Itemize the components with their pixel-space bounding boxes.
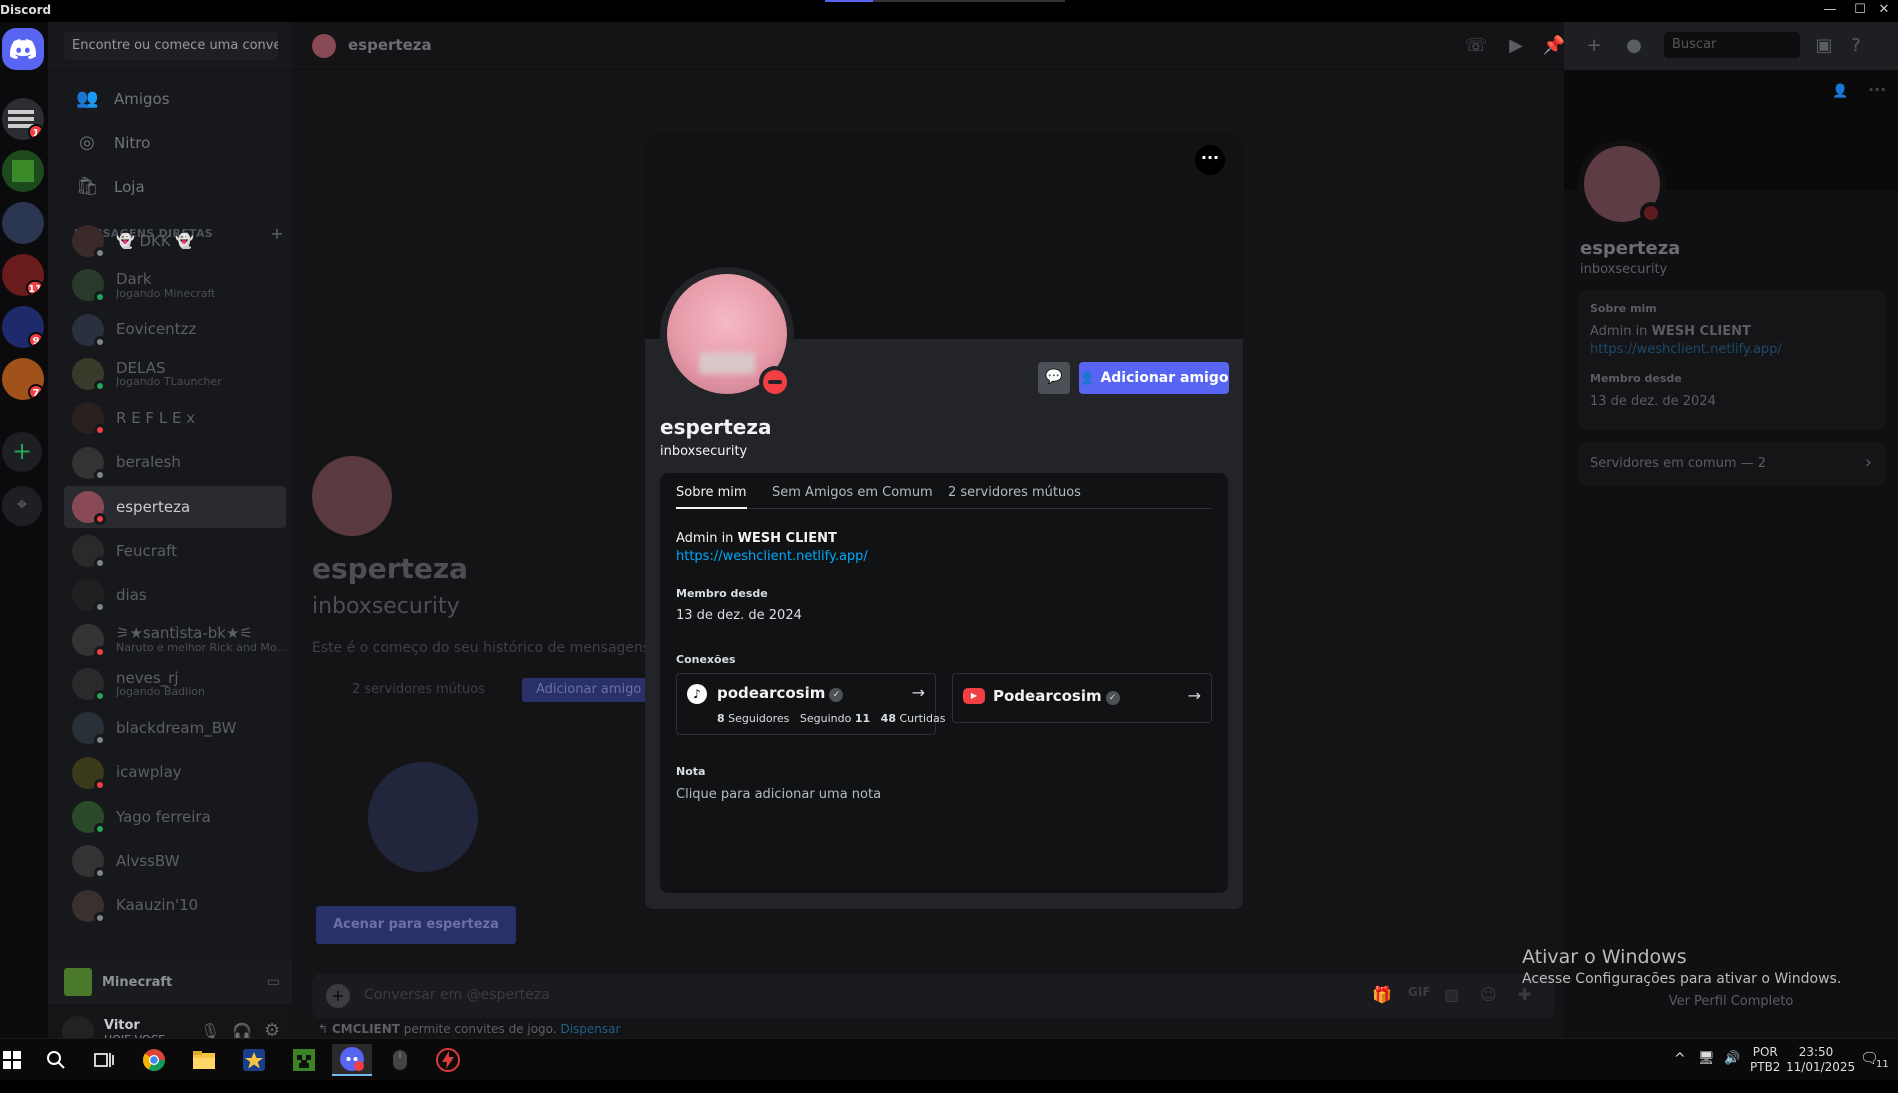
youtube-icon: ▶ <box>963 688 985 704</box>
profile-display-name: esperteza <box>660 415 772 439</box>
notifications-icon[interactable]: 🗨 11 <box>1860 1049 1890 1091</box>
lightning-app-icon[interactable] <box>428 1044 468 1076</box>
tab-mutual-friends[interactable]: Sem Amigos em Comum <box>772 485 933 509</box>
note-title: Nota <box>676 765 706 778</box>
minecraft-icon[interactable] <box>284 1044 324 1076</box>
verified-icon: ✓ <box>829 688 844 702</box>
add-user-icon: 👤 <box>1079 371 1095 385</box>
profile-username: inboxsecurity <box>660 444 748 459</box>
add-friend-button[interactable]: 👤 Adicionar amigo <box>1079 362 1229 394</box>
arrow-right-icon: → <box>1187 686 1201 705</box>
windows-taskbar: ^ 🖥 🔊 POR PTB2 23:50 11/01/2025 🗨 11 <box>0 1038 1898 1080</box>
chat-bubble-icon: 💬 <box>1045 369 1063 385</box>
task-view-icon[interactable] <box>84 1044 124 1076</box>
pinned-app-star-icon[interactable] <box>234 1044 274 1076</box>
tray-overflow-icon[interactable]: ^ <box>1674 1051 1686 1093</box>
tab-mutual-servers[interactable]: 2 servidores mútuos <box>948 485 1081 509</box>
message-button[interactable]: 💬 <box>1038 362 1070 394</box>
discord-app: Discord — ☐ ✕ 1 11 9 7 + ⌖ Encontre ou c… <box>0 0 1898 1060</box>
file-explorer-icon[interactable] <box>184 1044 224 1076</box>
connection-tiktok[interactable]: ♪ podearcosim ✓ → 8 Seguidores Seguindo 1… <box>676 673 945 735</box>
windows-logo-icon <box>3 1051 21 1069</box>
bio-text: Admin in WESH CLIENT <box>676 531 837 546</box>
windows-activation-text: Acesse Configurações para ativar o Windo… <box>1522 971 1842 987</box>
discord-taskbar-icon[interactable] <box>332 1044 372 1076</box>
windows-activation-title: Ativar o Windows <box>1522 946 1687 968</box>
connection-name: Podearcosim <box>993 687 1102 705</box>
profile-tabs: Sobre mim Sem Amigos em Comum 2 servidor… <box>676 485 1212 509</box>
profile-avatar <box>660 267 794 401</box>
verified-icon: ✓ <box>1105 691 1120 705</box>
connections-title: Conexões <box>676 653 736 666</box>
member-since-value: 13 de dez. de 2024 <box>676 608 802 623</box>
mouse-app-icon[interactable] <box>380 1044 420 1076</box>
member-since-title: Membro desde <box>676 587 768 600</box>
profile-modal: ··· 💬 👤 Adicionar amigo esperteza inboxs… <box>645 133 1243 909</box>
bio-link[interactable]: https://weshclient.netlify.app/ <box>676 549 868 564</box>
connection-youtube[interactable]: ▶ Podearcosim ✓ → <box>952 673 1212 723</box>
tiktok-icon: ♪ <box>687 684 707 704</box>
note-input[interactable]: Clique para adicionar uma nota <box>676 787 881 802</box>
volume-icon[interactable]: 🔊 <box>1724 1051 1740 1093</box>
profile-details-card: Sobre mim Sem Amigos em Comum 2 servidor… <box>660 473 1228 893</box>
tab-about-me[interactable]: Sobre mim <box>676 485 747 509</box>
chrome-icon[interactable] <box>134 1044 174 1076</box>
arrow-right-icon: → <box>911 683 925 702</box>
network-icon[interactable]: 🖥 <box>1698 1051 1715 1093</box>
search-icon[interactable] <box>36 1044 76 1076</box>
clock[interactable]: 23:50 11/01/2025 <box>1786 1045 1855 1087</box>
input-language[interactable]: POR PTB2 <box>1750 1045 1780 1087</box>
dnd-status-icon <box>759 366 791 398</box>
connection-name: podearcosim <box>717 684 826 702</box>
more-options-button[interactable]: ··· <box>1195 145 1225 175</box>
start-button[interactable] <box>0 1044 24 1076</box>
connection-stats: 8 Seguidores Seguindo 11 48 Curtidas <box>717 712 946 725</box>
